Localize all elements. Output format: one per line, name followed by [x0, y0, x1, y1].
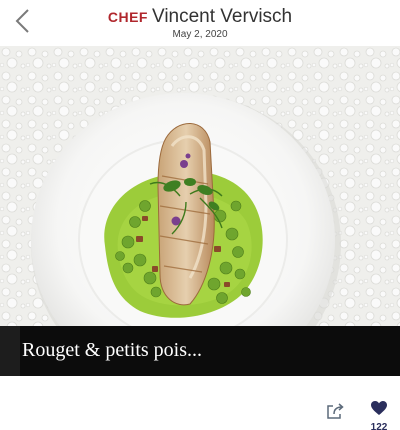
post-date: May 2, 2020: [172, 29, 228, 40]
dish-caption: Rouget & petits pois...: [22, 339, 202, 361]
caption-bar: Rouget & petits pois...: [0, 326, 400, 376]
share-icon: [327, 403, 344, 419]
chef-name: Vincent Vervisch: [152, 6, 293, 27]
action-footer: 122: [0, 376, 400, 430]
chef-prefix: CHEF: [107, 9, 148, 25]
caption-accent: [0, 326, 20, 376]
like-button[interactable]: 122: [364, 400, 394, 430]
app-header: CHEF Vincent Vervisch May 2, 2020: [0, 0, 400, 46]
share-button[interactable]: [325, 401, 347, 421]
heart-icon: [371, 401, 387, 415]
like-count: 122: [370, 422, 388, 430]
page-title: CHEF Vincent Vervisch: [0, 6, 400, 28]
